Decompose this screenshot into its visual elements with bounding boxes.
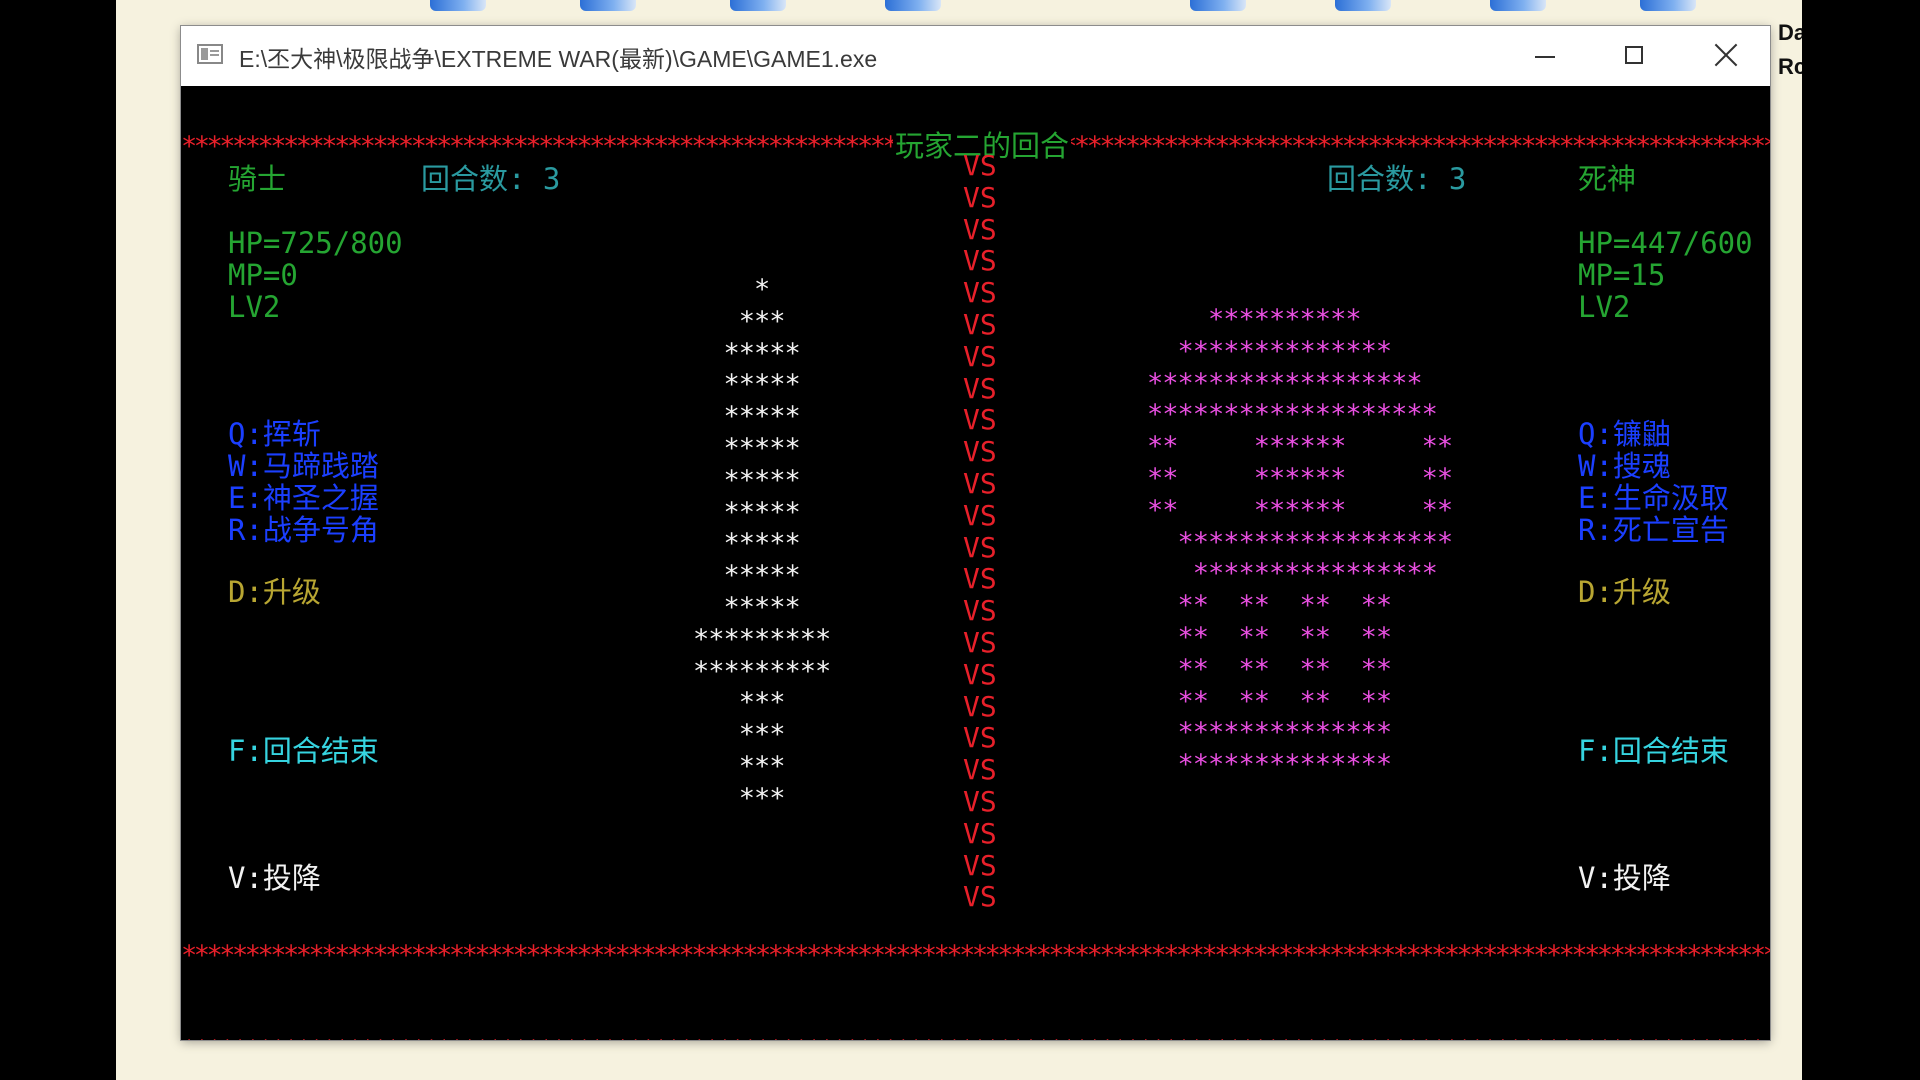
window-titlebar[interactable]: E:\丕大神\极限战争\EXTREME WAR(最新)\GAME\GAME1.e… bbox=[181, 26, 1770, 86]
player1-skill-r: R:战争号角 bbox=[228, 513, 379, 547]
window-title: E:\丕大神\极限战争\EXTREME WAR(最新)\GAME\GAME1.e… bbox=[239, 46, 878, 72]
desktop-icon[interactable] bbox=[1490, 0, 1546, 11]
desktop-icon[interactable] bbox=[1335, 0, 1391, 11]
player1-level: LV2 bbox=[228, 290, 281, 324]
desktop-icon[interactable] bbox=[430, 0, 486, 11]
border-stars-bottom: ****************************************… bbox=[181, 1035, 1770, 1040]
desktop-icon[interactable] bbox=[1640, 0, 1696, 11]
desktop-black-margin-left bbox=[0, 0, 116, 1080]
player2-round: 回合数: 3 bbox=[1327, 162, 1467, 196]
player2-skill-r: R:死亡宣告 bbox=[1578, 513, 1729, 547]
close-button[interactable] bbox=[1679, 26, 1770, 84]
desktop-edge-label: Rc bbox=[1778, 54, 1802, 79]
minimize-icon bbox=[1535, 56, 1555, 58]
desktop-edge-label: Da bbox=[1778, 20, 1802, 45]
player1-name: 骑士 bbox=[228, 162, 287, 196]
player2-skill-q: Q:镰鼬 bbox=[1578, 417, 1671, 451]
player1-end-turn: F:回合结束 bbox=[228, 734, 379, 768]
console-window[interactable]: E:\丕大神\极限战争\EXTREME WAR(最新)\GAME\GAME1.e… bbox=[181, 26, 1770, 1040]
player2-skill-e: E:生命汲取 bbox=[1578, 481, 1729, 515]
death-ascii-art: ********** ************** **************… bbox=[1147, 304, 1453, 781]
player2-level: LV2 bbox=[1578, 290, 1631, 324]
desktop-black-margin-right bbox=[1802, 0, 1920, 1080]
desktop-icon[interactable] bbox=[730, 0, 786, 11]
console-app-icon[interactable] bbox=[197, 44, 223, 64]
player1-round: 回合数: 3 bbox=[421, 162, 561, 196]
desktop-icons-row bbox=[430, 0, 1770, 12]
player1-surrender: V:投降 bbox=[228, 861, 321, 895]
player1-skill-q: Q:挥斩 bbox=[228, 417, 321, 451]
player2-name: 死神 bbox=[1578, 162, 1637, 196]
border-stars-middle: ****************************************… bbox=[181, 940, 1770, 971]
player1-mp: MP=0 bbox=[228, 258, 298, 292]
maximize-button[interactable] bbox=[1591, 26, 1679, 84]
desktop-icon[interactable] bbox=[580, 0, 636, 11]
desktop-icon[interactable] bbox=[885, 0, 941, 11]
desktop-icon[interactable] bbox=[1190, 0, 1246, 11]
player2-end-turn: F:回合结束 bbox=[1578, 734, 1729, 768]
maximize-icon bbox=[1625, 46, 1643, 64]
console-screen[interactable]: ****************************************… bbox=[181, 86, 1770, 1040]
vs-divider: VS VS VS VS VS VS VS VS VS VS VS VS VS V… bbox=[963, 149, 997, 914]
player1-upgrade: D:升级 bbox=[228, 575, 321, 609]
player1-hp: HP=725/800 bbox=[228, 226, 403, 260]
minimize-button[interactable] bbox=[1501, 26, 1589, 84]
player1-skill-w: W:马蹄践踏 bbox=[228, 449, 379, 483]
player2-skill-w: W:搜魂 bbox=[1578, 449, 1671, 483]
player2-mp: MP=15 bbox=[1578, 258, 1666, 292]
player2-upgrade: D:升级 bbox=[1578, 575, 1671, 609]
player1-skill-e: E:神圣之握 bbox=[228, 481, 379, 515]
player2-hp: HP=447/600 bbox=[1578, 226, 1753, 260]
close-icon bbox=[1713, 42, 1739, 68]
knight-ascii-art: * *** ***** ***** ***** ***** ***** ****… bbox=[693, 274, 831, 814]
player2-surrender: V:投降 bbox=[1578, 861, 1671, 895]
